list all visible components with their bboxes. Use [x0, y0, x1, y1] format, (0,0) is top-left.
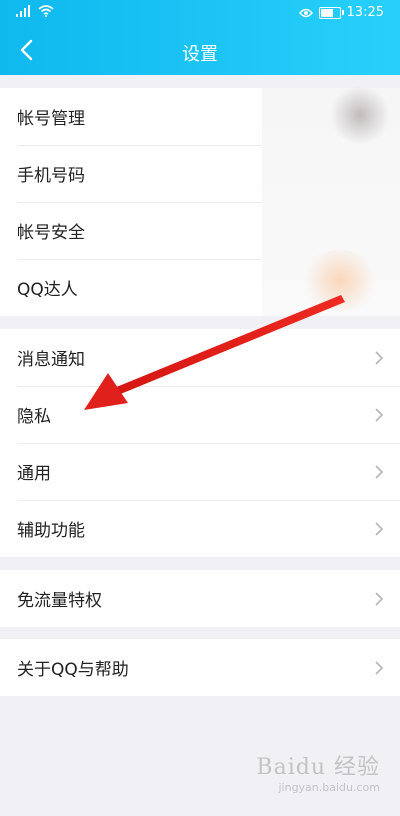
chevron-right-icon: [374, 407, 384, 423]
settings-item-notifications[interactable]: 消息通知: [0, 329, 400, 386]
watermark-text: Baidu 经验: [256, 755, 380, 780]
settings-item-label: 辅助功能: [17, 521, 85, 541]
chevron-right-icon: [374, 350, 384, 366]
chevron-right-icon: [374, 521, 384, 537]
wifi-icon: [38, 5, 54, 17]
settings-item-privacy[interactable]: 隐私: [0, 386, 400, 443]
settings-item-label: 免流量特权: [17, 591, 102, 611]
settings-item-label: 关于QQ与帮助: [17, 660, 129, 680]
about-group: 关于QQ与帮助: [0, 639, 400, 696]
settings-item-label: 隐私: [17, 407, 51, 427]
header-bar: 13:25 设置: [0, 0, 400, 75]
settings-item-accessibility[interactable]: 辅助功能: [0, 500, 400, 557]
battery-icon: [318, 6, 344, 19]
settings-item-label: 手机号码: [17, 166, 85, 186]
chevron-right-icon: [374, 591, 384, 607]
eye-icon: [298, 8, 313, 17]
data-free-group: 免流量特权: [0, 570, 400, 627]
general-group: 消息通知 隐私 通用 辅助功能: [0, 329, 400, 557]
page-title: 设置: [182, 44, 218, 65]
battery-fill: [320, 8, 334, 17]
blurred-badge: [300, 250, 380, 310]
signal-icon: [16, 5, 30, 17]
settings-item-general[interactable]: 通用: [0, 443, 400, 500]
watermark: Baidu 经验 jingyan.baidu.com: [256, 749, 380, 794]
chevron-right-icon: [374, 660, 384, 676]
settings-item-label: QQ达人: [17, 280, 78, 300]
status-bar: 13:25: [0, 0, 400, 26]
status-left: [16, 5, 54, 17]
settings-item-label: 消息通知: [17, 350, 85, 370]
settings-item-about-help[interactable]: 关于QQ与帮助: [0, 639, 400, 696]
status-right: 13:25: [298, 5, 384, 20]
blurred-avatar: [330, 85, 390, 145]
settings-item-label: 帐号安全: [17, 223, 85, 243]
settings-item-label: 帐号管理: [17, 109, 85, 129]
chevron-right-icon: [374, 464, 384, 480]
settings-item-data-free-privilege[interactable]: 免流量特权: [0, 570, 400, 627]
watermark-sub: jingyan.baidu.com: [278, 781, 380, 794]
settings-item-label: 通用: [17, 464, 51, 484]
status-time: 13:25: [346, 5, 384, 20]
